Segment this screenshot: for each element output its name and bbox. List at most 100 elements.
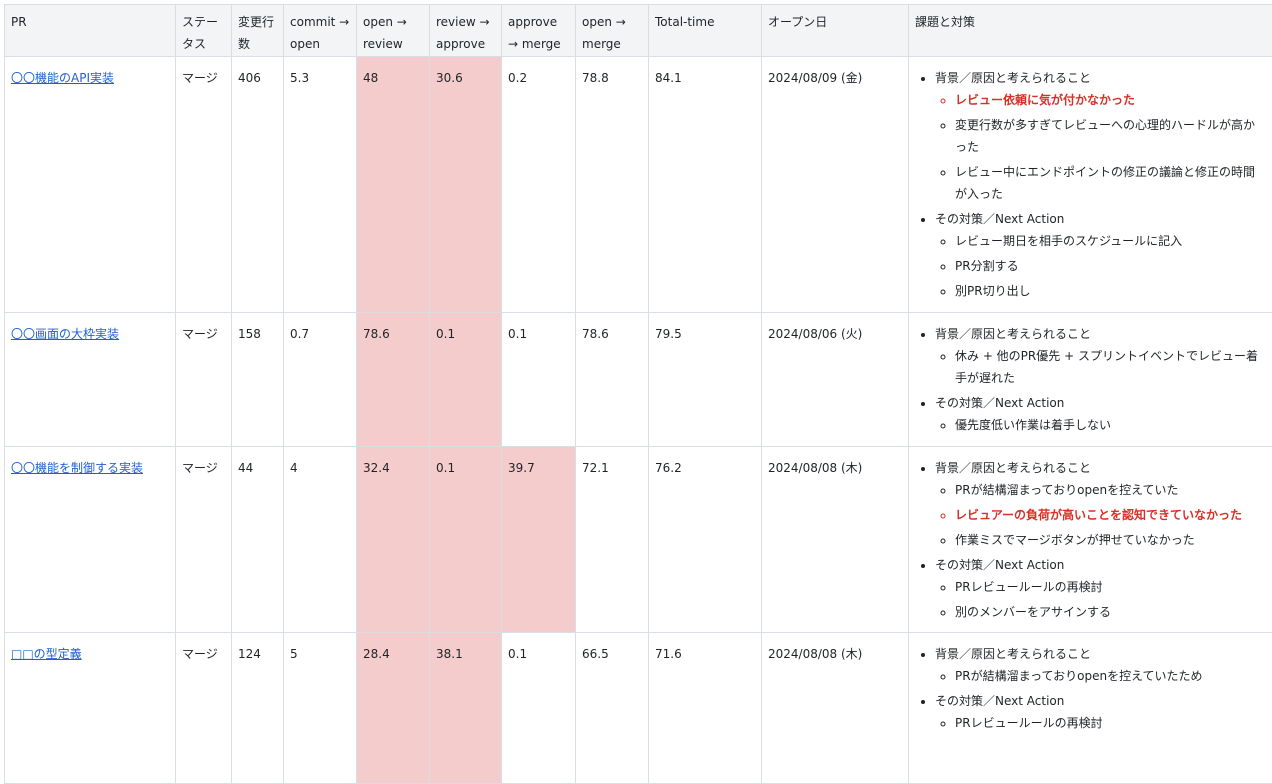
header-cell-review-approve: review → approve — [430, 5, 502, 57]
open-date-cell: 2024/08/08 (木) — [762, 447, 909, 633]
cause-list: レビュー依頼に気が付かなかった変更行数が多すぎてレビューへの心理的ハードルが高か… — [935, 89, 1266, 205]
cause-list: PRが結構溜まっておりopenを控えていたため — [935, 665, 1266, 687]
status-cell: マージ — [176, 313, 232, 447]
metric-cell-review-approve: 38.1 — [430, 633, 502, 784]
action-heading: その対策／Next Action — [935, 558, 1064, 572]
cause-item: 休み + 他のPR優先 + スプリントイベントでレビュー着手が遅れた — [955, 345, 1266, 389]
action-item: 別PR切り出し — [955, 280, 1266, 302]
pr-table: PR ステータス 変更行数 commit → open open → revie… — [4, 4, 1272, 784]
metric-cell-commit-open: 5 — [284, 633, 357, 784]
metric-cell-open-merge: 78.8 — [576, 57, 649, 313]
metric-cell-review-approve: 0.1 — [430, 313, 502, 447]
pr-link[interactable]: 〇〇機能を制御する実装 — [11, 461, 143, 475]
cause-item: PRが結構溜まっておりopenを控えていた — [955, 479, 1266, 501]
action-item: PR分割する — [955, 255, 1266, 277]
header-cell-approve-merge: approve → merge — [502, 5, 576, 57]
metric-cell-total: 71.6 — [649, 633, 762, 784]
metric-cell-open-review: 32.4 — [357, 447, 430, 633]
action-list: PRレビュールールの再検討別のメンバーをアサインする — [935, 576, 1266, 623]
action-item: PRレビュールールの再検討 — [955, 576, 1266, 598]
metric-cell-approve-merge: 0.1 — [502, 313, 576, 447]
issues-list: 背景／原因と考えられること休み + 他のPR優先 + スプリントイベントでレビュ… — [915, 323, 1266, 436]
cause-heading: 背景／原因と考えられること — [935, 71, 1091, 85]
table-row: 〇〇画面の大枠実装マージ1580.778.60.10.178.679.52024… — [5, 313, 1272, 447]
table-row: 〇〇機能を制御する実装マージ44432.40.139.772.176.22024… — [5, 447, 1272, 633]
cause-item: 作業ミスでマージボタンが押せていなかった — [955, 529, 1266, 551]
header-cell-open-date: オープン日 — [762, 5, 909, 57]
table-header: PR ステータス 変更行数 commit → open open → revie… — [5, 5, 1272, 57]
open-date-cell: 2024/08/06 (火) — [762, 313, 909, 447]
metric-cell-approve-merge: 0.2 — [502, 57, 576, 313]
pr-cell: 〇〇機能のAPI実装 — [5, 57, 176, 313]
action-item: レビュー期日を相手のスケジュールに記入 — [955, 230, 1266, 252]
pr-link[interactable]: □□の型定義 — [11, 647, 82, 661]
cause-heading: 背景／原因と考えられること — [935, 647, 1091, 661]
issues-list: 背景／原因と考えられることレビュー依頼に気が付かなかった変更行数が多すぎてレビュ… — [915, 67, 1266, 302]
header-cell-issues: 課題と対策 — [909, 5, 1272, 57]
header-cell-open-merge: open → merge — [576, 5, 649, 57]
pr-link[interactable]: 〇〇機能のAPI実装 — [11, 71, 114, 85]
metric-cell-total: 84.1 — [649, 57, 762, 313]
metric-cell-approve-merge: 0.1 — [502, 633, 576, 784]
action-item: PRレビュールールの再検討 — [955, 712, 1266, 734]
cause-list: PRが結構溜まっておりopenを控えていたレビュアーの負荷が高いことを認知できて… — [935, 479, 1266, 551]
action-heading: その対策／Next Action — [935, 212, 1064, 226]
metric-cell-open-merge: 72.1 — [576, 447, 649, 633]
metric-cell-commit-open: 5.3 — [284, 57, 357, 313]
cause-heading: 背景／原因と考えられること — [935, 327, 1091, 341]
metric-cell-total: 76.2 — [649, 447, 762, 633]
issues-list: 背景／原因と考えられること PRが結構溜まっておりopenを控えていたレビュアーの… — [915, 457, 1266, 623]
action-list: レビュー期日を相手のスケジュールに記入 PR分割する別PR切り出し — [935, 230, 1266, 302]
list-item: 背景／原因と考えられること PRが結構溜まっておりopenを控えていたレビュアーの… — [935, 457, 1266, 551]
header-cell-total-time: Total-time — [649, 5, 762, 57]
issues-cell: 背景／原因と考えられること休み + 他のPR優先 + スプリントイベントでレビュ… — [909, 313, 1272, 447]
status-cell: マージ — [176, 447, 232, 633]
metric-cell-open-review: 28.4 — [357, 633, 430, 784]
pr-cell: 〇〇画面の大枠実装 — [5, 313, 176, 447]
pr-link[interactable]: 〇〇画面の大枠実装 — [11, 327, 119, 341]
action-item: 別のメンバーをアサインする — [955, 601, 1266, 623]
cause-heading: 背景／原因と考えられること — [935, 461, 1091, 475]
table-body: 〇〇機能のAPI実装マージ4065.34830.60.278.884.12024… — [5, 57, 1272, 784]
list-item: 背景／原因と考えられることレビュー依頼に気が付かなかった変更行数が多すぎてレビュ… — [935, 67, 1266, 205]
action-list: 優先度低い作業は着手しない — [935, 414, 1266, 436]
lines-cell: 44 — [232, 447, 284, 633]
cause-item: PRが結構溜まっておりopenを控えていたため — [955, 665, 1266, 687]
list-item: その対策／Next Action PRレビュールールの再検討別のメンバーをアサイン… — [935, 554, 1266, 623]
metric-cell-commit-open: 0.7 — [284, 313, 357, 447]
cause-list: 休み + 他のPR優先 + スプリントイベントでレビュー着手が遅れた — [935, 345, 1266, 389]
issues-cell: 背景／原因と考えられること PRが結構溜まっておりopenを控えていたレビュアーの… — [909, 447, 1272, 633]
action-heading: その対策／Next Action — [935, 694, 1064, 708]
cause-item: レビュー中にエンドポイントの修正の議論と修正の時間が入った — [955, 161, 1266, 205]
issues-list: 背景／原因と考えられること PRが結構溜まっておりopenを控えていたためその対策… — [915, 643, 1266, 734]
lines-cell: 406 — [232, 57, 284, 313]
metric-cell-open-review: 78.6 — [357, 313, 430, 447]
header-cell-lines: 変更行数 — [232, 5, 284, 57]
table-row: □□の型定義マージ124528.438.10.166.571.62024/08/… — [5, 633, 1272, 784]
header-cell-status: ステータス — [176, 5, 232, 57]
list-item: 背景／原因と考えられること PRが結構溜まっておりopenを控えていたため — [935, 643, 1266, 687]
pr-cell: 〇〇機能を制御する実装 — [5, 447, 176, 633]
cause-item: レビュアーの負荷が高いことを認知できていなかった — [955, 504, 1266, 526]
metric-cell-open-merge: 66.5 — [576, 633, 649, 784]
list-item: その対策／Next Action PRレビュールールの再検討 — [935, 690, 1266, 734]
pr-cell: □□の型定義 — [5, 633, 176, 784]
metric-cell-review-approve: 30.6 — [430, 57, 502, 313]
metric-cell-open-review: 48 — [357, 57, 430, 313]
action-item: 優先度低い作業は着手しない — [955, 414, 1266, 436]
lines-cell: 158 — [232, 313, 284, 447]
status-cell: マージ — [176, 57, 232, 313]
header-cell-open-review: open → review — [357, 5, 430, 57]
table-row: 〇〇機能のAPI実装マージ4065.34830.60.278.884.12024… — [5, 57, 1272, 313]
header-row: PR ステータス 変更行数 commit → open open → revie… — [5, 5, 1272, 57]
cause-item: レビュー依頼に気が付かなかった — [955, 89, 1266, 111]
list-item: その対策／Next Action レビュー期日を相手のスケジュールに記入 PR分割す… — [935, 208, 1266, 302]
action-list: PRレビュールールの再検討 — [935, 712, 1266, 734]
metric-cell-approve-merge: 39.7 — [502, 447, 576, 633]
lines-cell: 124 — [232, 633, 284, 784]
list-item: その対策／Next Action優先度低い作業は着手しない — [935, 392, 1266, 436]
issues-cell: 背景／原因と考えられること PRが結構溜まっておりopenを控えていたためその対策… — [909, 633, 1272, 784]
metric-cell-review-approve: 0.1 — [430, 447, 502, 633]
cause-item: 変更行数が多すぎてレビューへの心理的ハードルが高かった — [955, 114, 1266, 158]
metric-cell-commit-open: 4 — [284, 447, 357, 633]
